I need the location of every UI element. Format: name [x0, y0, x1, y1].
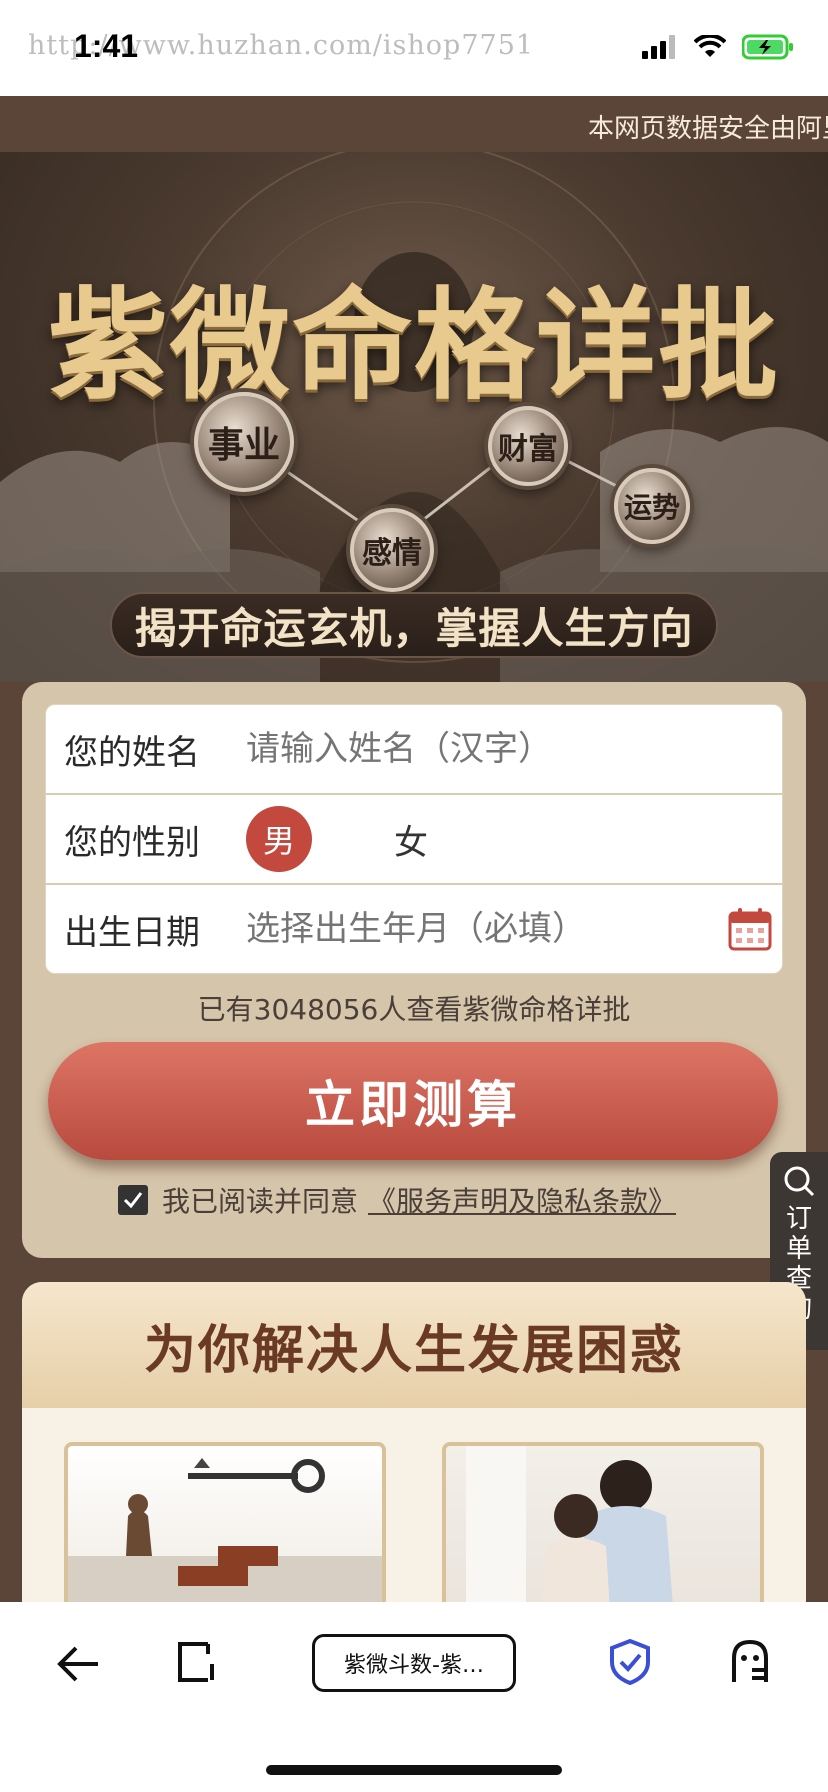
browser-toolbar: 紫微斗数-紫… [0, 1602, 828, 1792]
gender-label: 您的性别 [64, 822, 200, 863]
node-career: 事业 [194, 392, 294, 492]
status-time: 1:41 [74, 28, 139, 64]
calendar-icon[interactable] [728, 907, 772, 951]
gender-male-option[interactable]: 男 [246, 806, 312, 872]
status-icons [642, 34, 794, 60]
signal-icon [642, 35, 675, 59]
calculate-button[interactable]: 立即测算 [48, 1042, 778, 1160]
node-fortune: 运势 [614, 468, 690, 544]
checkmark-icon [123, 1192, 143, 1209]
node-love: 感情 [350, 508, 434, 592]
gender-female-option[interactable]: 女 [394, 815, 428, 864]
agree-text: 我已阅读并同意 [162, 1185, 359, 1218]
view-count-text: 已有3048056人查看紫微命格详批 [197, 993, 631, 1026]
status-bar: http://www.huzhan.com/ishop7751 1:41 [0, 0, 828, 96]
ghost-icon[interactable] [728, 1638, 772, 1686]
section-header: 为你解决人生发展困惑 [22, 1282, 806, 1408]
form-box: 您的姓名 您的性别 男 女 出生日期 [45, 704, 784, 974]
love-illustration [466, 1446, 673, 1602]
agreement-row: 我已阅读并同意 《服务声明及隐私条款》 [118, 1180, 676, 1220]
battery-icon [742, 34, 793, 60]
home-indicator [266, 1765, 562, 1775]
shield-check-icon[interactable] [608, 1638, 652, 1686]
love-illustration-card [442, 1442, 764, 1602]
search-icon [784, 1166, 815, 1197]
address-bar[interactable]: 紫微斗数-紫… [312, 1634, 516, 1692]
birth-row[interactable]: 出生日期 [46, 885, 784, 973]
security-marquee: 本网页数据安全由阿里 [0, 96, 828, 152]
name-input[interactable] [246, 729, 706, 769]
agree-checkbox[interactable] [118, 1185, 148, 1215]
section-title: 为你解决人生发展困惑 [143, 1320, 684, 1381]
career-illustration-card [64, 1442, 386, 1602]
hero-banner: 紫微命格详批 事业 财富 运势 感情 揭开命运玄机，掌握人生方向 [0, 152, 828, 682]
birth-label: 出生日期 [64, 912, 200, 953]
privacy-terms-link[interactable]: 《服务声明及隐私条款》 [368, 1180, 676, 1220]
birth-date-input[interactable] [246, 909, 706, 949]
hero-subtitle: 揭开命运玄机，掌握人生方向 [110, 592, 718, 658]
career-illustration [68, 1458, 382, 1602]
name-label: 您的姓名 [64, 732, 200, 773]
name-row: 您的姓名 [46, 705, 784, 793]
life-guidance-section: 为你解决人生发展困惑 [22, 1282, 806, 1602]
marquee-text: 本网页数据安全由阿里 [588, 114, 828, 144]
wifi-icon [694, 35, 726, 57]
gender-row: 您的性别 男 女 [46, 795, 784, 883]
tabs-icon[interactable] [176, 1640, 220, 1684]
back-arrow-icon[interactable] [56, 1644, 100, 1684]
node-wealth: 财富 [488, 406, 568, 486]
hero-title: 紫微命格详批 [48, 275, 780, 416]
